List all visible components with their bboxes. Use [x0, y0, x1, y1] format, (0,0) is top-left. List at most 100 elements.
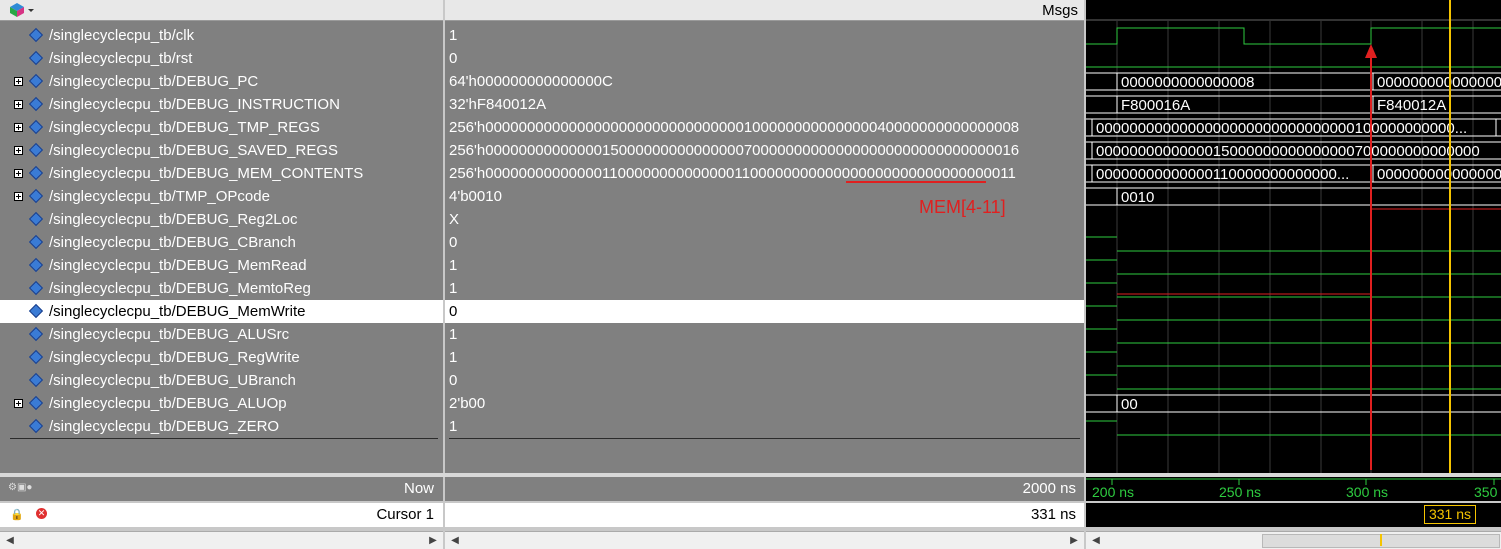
signal-row[interactable]: /singlecyclecpu_tb/DEBUG_ALUSrc [0, 323, 443, 346]
signal-value-row[interactable]: 2'b00 [445, 392, 1084, 415]
lock-icon[interactable]: 🔒 [10, 508, 24, 521]
expand-icon[interactable] [14, 399, 23, 408]
signal-icon [28, 326, 44, 342]
signal-row[interactable]: /singlecyclecpu_tb/DEBUG_ZERO [0, 415, 443, 438]
signal-value-row[interactable]: 256'h00000000000000150000000000000007000… [445, 139, 1084, 162]
signal-row[interactable]: /singlecyclecpu_tb/DEBUG_MemWrite [0, 300, 443, 323]
signal-value: 32'hF840012A [449, 96, 547, 113]
values-header: Msgs [445, 0, 1084, 21]
signal-row[interactable]: /singlecyclecpu_tb/DEBUG_INSTRUCTION [0, 93, 443, 116]
signal-icon [28, 73, 44, 89]
cursor-time-label: 331 ns [1428, 506, 1472, 522]
scroll-left-icon[interactable]: ◀ [447, 532, 463, 549]
signal-names-pane: /singlecyclecpu_tb/clk/singlecyclecpu_tb… [0, 0, 443, 473]
signal-value-row[interactable]: 1 [445, 277, 1084, 300]
signal-icon [28, 165, 44, 181]
signal-value-row[interactable]: 1 [445, 346, 1084, 369]
signal-value: X [449, 211, 460, 228]
signal-value: 1 [449, 349, 458, 366]
cursor-row-value: 331 ns [445, 503, 1084, 527]
signal-name: /singlecyclecpu_tb/DEBUG_CBranch [49, 234, 296, 251]
mem-value: 00000000000000110000000000000... [1096, 166, 1349, 183]
signal-row[interactable]: /singlecyclecpu_tb/DEBUG_CBranch [0, 231, 443, 254]
scroll-right-icon[interactable]: ▶ [425, 532, 441, 549]
signal-name: /singlecyclecpu_tb/DEBUG_MemtoReg [49, 280, 311, 297]
signal-row[interactable]: /singlecyclecpu_tb/DEBUG_PC [0, 70, 443, 93]
instr-value: F840012A [1377, 97, 1446, 114]
annotation-arrow-head [1365, 44, 1377, 58]
cursor-time-box[interactable]: 331 ns [1424, 505, 1476, 524]
toolbar-icon[interactable] [10, 3, 34, 17]
expand-icon[interactable] [14, 100, 23, 109]
signal-value: 256'h00000000000000000000000000000001000… [449, 119, 1020, 136]
signal-value-row[interactable]: 64'h000000000000000C [445, 70, 1084, 93]
scroll-left-icon[interactable]: ◀ [2, 532, 18, 549]
instr-value: F800016A [1121, 97, 1190, 114]
signal-row[interactable]: /singlecyclecpu_tb/DEBUG_RegWrite [0, 346, 443, 369]
values-scrollbar[interactable]: ◀ ▶ [445, 531, 1084, 549]
cursor-marker-row[interactable]: 331 ns [1086, 503, 1501, 527]
signal-name: /singlecyclecpu_tb/DEBUG_SAVED_REGS [49, 142, 339, 159]
signal-icon [28, 188, 44, 204]
signal-value-row[interactable]: 256'h00000000000000110000000000000011000… [445, 162, 1084, 185]
signal-value-row[interactable]: 0 [445, 300, 1084, 323]
cursor-label: Cursor 1 [376, 506, 434, 523]
signal-icon [28, 27, 44, 43]
pc-value: 000000000000000 [1377, 74, 1501, 91]
now-icons[interactable]: ⚙▣● [8, 482, 32, 493]
signal-row[interactable]: /singlecyclecpu_tb/DEBUG_SAVED_REGS [0, 139, 443, 162]
signal-value-row[interactable]: 0 [445, 231, 1084, 254]
signal-row[interactable]: /singlecyclecpu_tb/clk [0, 24, 443, 47]
expand-icon[interactable] [14, 146, 23, 155]
signal-row[interactable]: /singlecyclecpu_tb/DEBUG_MemRead [0, 254, 443, 277]
expand-icon[interactable] [14, 77, 23, 86]
signal-value: 2'b00 [449, 395, 486, 412]
signal-row[interactable]: /singlecyclecpu_tb/DEBUG_ALUOp [0, 392, 443, 415]
timeline-ruler[interactable]: 200 ns 250 ns 300 ns 350 [1086, 477, 1501, 501]
signal-row[interactable]: /singlecyclecpu_tb/TMP_OPcode [0, 185, 443, 208]
signal-value-row[interactable]: 1 [445, 24, 1084, 47]
names-scrollbar[interactable]: ◀ ▶ [0, 531, 443, 549]
signal-value: 1 [449, 257, 458, 274]
signal-value-row[interactable]: 32'hF840012A [445, 93, 1084, 116]
ruler-tick-label: 250 ns [1219, 484, 1261, 500]
wave-header-bar [1086, 0, 1501, 20]
signal-icon [28, 280, 44, 296]
signal-value: 0 [449, 234, 458, 251]
signal-name: /singlecyclecpu_tb/DEBUG_ALUSrc [49, 326, 290, 343]
signal-value: 1 [449, 27, 458, 44]
signal-value-row[interactable]: 256'h00000000000000000000000000000001000… [445, 116, 1084, 139]
signal-name: /singlecyclecpu_tb/DEBUG_PC [49, 73, 259, 90]
signal-row[interactable]: /singlecyclecpu_tb/DEBUG_UBranch [0, 369, 443, 392]
signal-icon [28, 119, 44, 135]
signal-value: 1 [449, 326, 458, 343]
signal-name: /singlecyclecpu_tb/rst [49, 50, 193, 67]
scroll-left-icon[interactable]: ◀ [1088, 532, 1104, 549]
expand-icon[interactable] [14, 123, 23, 132]
signal-icon [28, 349, 44, 365]
mem-value: 000000000000000 [1377, 166, 1501, 183]
scroll-right-icon[interactable]: ▶ [1066, 532, 1082, 549]
ruler-tick-label: 350 [1474, 484, 1498, 500]
signal-row[interactable]: /singlecyclecpu_tb/DEBUG_MemtoReg [0, 277, 443, 300]
signal-icon [28, 257, 44, 273]
signal-value-row[interactable]: 1 [445, 323, 1084, 346]
signal-name: /singlecyclecpu_tb/TMP_OPcode [49, 188, 270, 205]
signal-value-row[interactable]: 1 [445, 415, 1084, 438]
signal-row[interactable]: /singlecyclecpu_tb/DEBUG_MEM_CONTENTS [0, 162, 443, 185]
signal-value-row[interactable]: 1 [445, 254, 1084, 277]
signal-row[interactable]: /singlecyclecpu_tb/DEBUG_TMP_REGS [0, 116, 443, 139]
expand-icon[interactable] [14, 192, 23, 201]
expand-icon[interactable] [14, 169, 23, 178]
signal-row[interactable]: /singlecyclecpu_tb/rst [0, 47, 443, 70]
wave-traces: 0000000000000008 000000000000000 F800016A F… [1086, 27, 1501, 436]
signal-value-row[interactable]: 0 [445, 47, 1084, 70]
waveform-pane[interactable]: 0000000000000008 000000000000000 F800016A F… [1086, 0, 1501, 473]
wave-scrollbar[interactable]: ◀ [1086, 531, 1501, 549]
signal-value-row[interactable]: 0 [445, 369, 1084, 392]
waveform-canvas[interactable]: 0000000000000008 000000000000000 F800016A F… [1086, 0, 1501, 473]
signal-icon [28, 142, 44, 158]
remove-cursor-icon[interactable]: ✕ [36, 508, 47, 519]
timeline-ruler-svg: 200 ns 250 ns 300 ns 350 [1086, 478, 1501, 500]
signal-row[interactable]: /singlecyclecpu_tb/DEBUG_Reg2Loc [0, 208, 443, 231]
